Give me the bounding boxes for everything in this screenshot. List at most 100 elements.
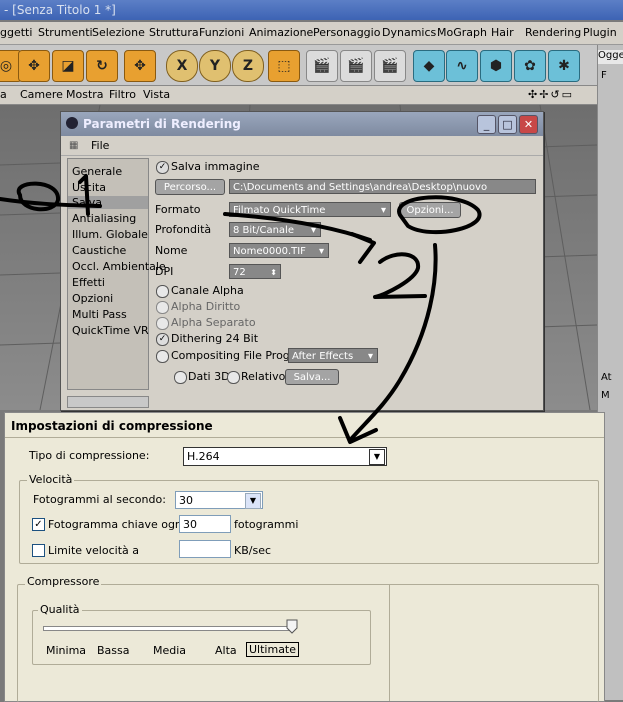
- section-opzioni[interactable]: Opzioni: [72, 292, 113, 305]
- maximize-button[interactable]: □: [498, 115, 517, 134]
- depth-value: 8 Bit/Canale: [233, 225, 294, 236]
- minimize-button[interactable]: _: [477, 115, 496, 134]
- alpha-channel-checkbox[interactable]: [156, 285, 169, 298]
- coordinate-system-icon[interactable]: ⬚: [268, 50, 300, 82]
- save-image-checkbox[interactable]: ✓: [156, 161, 169, 174]
- viewport-menu-filtro[interactable]: Filtro: [109, 88, 136, 101]
- dpi-field[interactable]: 72 ⬍: [229, 264, 281, 279]
- menu-strumenti[interactable]: Strumenti: [38, 26, 93, 39]
- compositing-app-dropdown[interactable]: After Effects ▾: [288, 348, 378, 363]
- compression-type-value: H.264: [187, 450, 220, 463]
- section-caustiche[interactable]: Caustiche: [72, 244, 126, 257]
- attribute-manager-menu[interactable]: M: [601, 390, 610, 401]
- section-effetti[interactable]: Effetti: [72, 276, 105, 289]
- menu-selezione[interactable]: Selezione: [92, 26, 145, 39]
- limit-speed-unit: KB/sec: [234, 544, 272, 557]
- depth-label: Profondità: [155, 223, 212, 236]
- render-picture-viewer-icon[interactable]: 🎬: [340, 50, 372, 82]
- menu-funzioni[interactable]: Funzioni: [199, 26, 244, 39]
- name-dropdown[interactable]: Nome0000.TIF ▾: [229, 243, 329, 258]
- section-generale[interactable]: Generale: [72, 165, 122, 178]
- spline-icon[interactable]: ∿: [446, 50, 478, 82]
- section-quicktime-vr[interactable]: QuickTime VR: [72, 324, 149, 337]
- keyframe-field[interactable]: 30: [179, 515, 231, 533]
- viewport-menu-bar: a Camere Mostra Filtro Vista ✣✢↺▭: [0, 86, 597, 105]
- render-sections-list: Generale Uscita Salva Antialiasing Illum…: [67, 158, 166, 390]
- name-label: Nome: [155, 244, 188, 257]
- save-button[interactable]: Salva...: [285, 369, 339, 385]
- quality-slider-thumb[interactable]: [286, 619, 298, 634]
- path-button[interactable]: Percorso...: [155, 179, 225, 195]
- compositing-checkbox[interactable]: [156, 350, 169, 363]
- limit-speed-field[interactable]: [179, 540, 231, 558]
- quality-tick-ultimate: Ultimate: [246, 642, 300, 657]
- scale-tool-icon[interactable]: ◪: [52, 50, 84, 82]
- array-icon[interactable]: ✿: [514, 50, 546, 82]
- depth-dropdown[interactable]: 8 Bit/Canale ▾: [229, 222, 321, 237]
- compositing-app-value: After Effects: [292, 351, 354, 362]
- z-axis-button[interactable]: Z: [232, 50, 264, 82]
- sections-scrollbar[interactable]: [67, 396, 149, 408]
- menu-mograph[interactable]: MoGraph: [437, 26, 487, 39]
- menu-hair[interactable]: Hair: [491, 26, 514, 39]
- limit-speed-checkbox[interactable]: [32, 544, 45, 557]
- menu-struttura[interactable]: Struttura: [149, 26, 199, 39]
- keyframe-unit: fotogrammi: [234, 518, 299, 531]
- x-axis-button[interactable]: X: [166, 50, 198, 82]
- format-dropdown[interactable]: Filmato QuickTime ▾: [229, 202, 391, 217]
- stepper-icon[interactable]: ⬍: [270, 265, 277, 278]
- render-window-menu: ▦ File: [61, 137, 543, 156]
- compressor-divider: [389, 584, 390, 701]
- viewport-menu-modifica[interactable]: a: [0, 88, 7, 101]
- deformer-icon[interactable]: ✱: [548, 50, 580, 82]
- render-settings-icon[interactable]: 🎬: [374, 50, 406, 82]
- nurbs-icon[interactable]: ⬢: [480, 50, 512, 82]
- y-axis-button[interactable]: Y: [199, 50, 231, 82]
- dithering-checkbox[interactable]: ✓: [156, 333, 169, 346]
- section-multi-pass[interactable]: Multi Pass: [72, 308, 127, 321]
- menu-personaggio[interactable]: Personaggio: [313, 26, 380, 39]
- move-tool-icon[interactable]: ✥: [18, 50, 50, 82]
- viewport-menu-vista[interactable]: Vista: [143, 88, 170, 101]
- section-salva[interactable]: Salva: [68, 196, 148, 209]
- close-button[interactable]: ✕: [519, 115, 538, 134]
- section-illum-globale[interactable]: Illum. Globale: [72, 228, 148, 241]
- move-world-tool-icon[interactable]: ✥: [124, 50, 156, 82]
- section-antialiasing[interactable]: Antialiasing: [72, 212, 136, 225]
- quality-slider-track[interactable]: [43, 626, 294, 631]
- limit-speed-label: Limite velocità a: [48, 544, 139, 557]
- data3d-checkbox[interactable]: [174, 371, 187, 384]
- cube-primitive-icon[interactable]: ◆: [413, 50, 445, 82]
- object-manager-header: Ogge: [598, 50, 623, 64]
- relative-checkbox[interactable]: [227, 371, 240, 384]
- keyframe-label: Fotogramma chiave ogni: [48, 518, 185, 531]
- rotate-tool-icon[interactable]: ↻: [86, 50, 118, 82]
- menu-rendering[interactable]: Rendering: [525, 26, 581, 39]
- viewport-menu-camere[interactable]: Camere: [20, 88, 63, 101]
- keyframe-checkbox[interactable]: ✓: [32, 518, 45, 531]
- menu-plugin[interactable]: Plugin: [583, 26, 617, 39]
- render-menu-file[interactable]: File: [91, 139, 109, 152]
- section-occl-ambientale[interactable]: Occl. Ambientale: [72, 260, 166, 273]
- menu-dynamics[interactable]: Dynamics: [382, 26, 436, 39]
- relative-label: Relativo: [241, 370, 286, 383]
- dropdown-arrow-icon[interactable]: ▼: [245, 493, 261, 509]
- options-button[interactable]: Opzioni...: [399, 202, 461, 218]
- fps-dropdown[interactable]: 30 ▼: [175, 491, 263, 509]
- path-field[interactable]: C:\Documents and Settings\andrea\Desktop…: [229, 179, 536, 194]
- object-manager-menu[interactable]: F: [601, 70, 607, 81]
- compression-type-dropdown[interactable]: H.264 ▼: [183, 447, 387, 466]
- attribute-manager-tab[interactable]: At: [601, 372, 612, 383]
- section-uscita[interactable]: Uscita: [72, 181, 106, 194]
- name-value: Nome0000.TIF: [233, 246, 306, 257]
- render-window-title-bar[interactable]: Parametri di Rendering _ □ ✕: [61, 112, 543, 136]
- dropdown-arrow-icon[interactable]: ▼: [369, 449, 385, 465]
- title-divider: [5, 437, 604, 438]
- menu-animazione[interactable]: Animazione: [249, 26, 313, 39]
- alpha-separate-checkbox[interactable]: [156, 317, 169, 330]
- viewport-nav-icons[interactable]: ✣✢↺▭: [528, 88, 574, 101]
- alpha-straight-checkbox[interactable]: [156, 301, 169, 314]
- viewport-menu-mostra[interactable]: Mostra: [66, 88, 104, 101]
- menu-oggetti[interactable]: ggetti: [0, 26, 32, 39]
- render-view-icon[interactable]: 🎬: [306, 50, 338, 82]
